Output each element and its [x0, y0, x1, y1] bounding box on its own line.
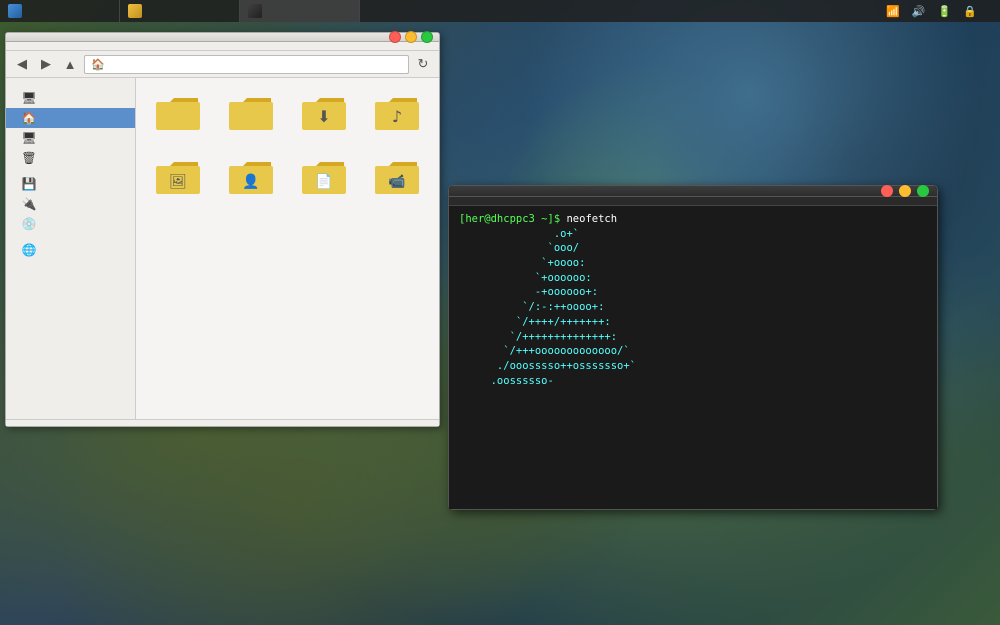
- public-folder-icon: 👤: [227, 158, 275, 198]
- term-menu-terminal[interactable]: [495, 199, 507, 203]
- fm-reload-button[interactable]: ↻: [413, 54, 433, 74]
- sidebar-item-her[interactable]: 🏠: [6, 108, 135, 128]
- taskbar-tab-files[interactable]: [120, 0, 240, 22]
- sidebar-item-filesystem[interactable]: 💾: [6, 174, 135, 194]
- fm-statusbar: [6, 419, 439, 426]
- file-manager-window: ◀ ▶ ▲ 🏠 ↻ 🖥 🏠 🖥: [5, 32, 440, 427]
- fm-menu-go[interactable]: [52, 44, 64, 48]
- fm-sidebar: 🖥 🏠 🖥 🗑 💾: [6, 78, 136, 419]
- sidebar-item-browsenetwork[interactable]: 🌐: [6, 240, 135, 260]
- fm-forward-button[interactable]: ▶: [36, 54, 56, 74]
- desktop: 📶 🔊 🔋 🔒 ◀ ▶ ▲ �: [0, 0, 1000, 625]
- browser-icon: [8, 4, 22, 18]
- sidebar-item-desktop[interactable]: 🖥: [6, 128, 135, 148]
- home-icon: 🏠: [91, 58, 105, 71]
- term-controls: [881, 185, 929, 197]
- term-content: [her@dhcppc3 ~]$ neofetch .o+` `ooo/ `+o…: [449, 206, 937, 509]
- term-maximize-button[interactable]: [917, 185, 929, 197]
- fm-maximize-button[interactable]: [421, 31, 433, 43]
- taskbar-tabs: [0, 0, 863, 22]
- fm-menu-help[interactable]: [66, 44, 78, 48]
- fm-menu-edit[interactable]: [24, 44, 36, 48]
- folder-documents[interactable]: [219, 88, 284, 144]
- svg-text:👤: 👤: [242, 173, 259, 190]
- computer-icon: 🖥: [22, 91, 36, 105]
- desktop-folder-icon: [154, 94, 202, 134]
- fm-icons: ⬇ ♪: [146, 88, 429, 208]
- term-menu-edit[interactable]: [467, 199, 479, 203]
- fm-back-button[interactable]: ◀: [12, 54, 32, 74]
- templates-folder-icon: 📄: [300, 158, 348, 198]
- fm-main: ⬇ ♪: [136, 78, 439, 419]
- pictures-folder-icon: 🖼: [154, 158, 202, 198]
- term-menu-tabs[interactable]: [509, 199, 521, 203]
- svg-text:📄: 📄: [315, 173, 332, 190]
- lock-icon: 🔒: [960, 5, 980, 18]
- sidebar-item-volume[interactable]: 💿: [6, 214, 135, 234]
- fm-up-button[interactable]: ▲: [60, 54, 80, 74]
- fm-toolbar: ◀ ▶ ▲ 🏠 ↻: [6, 51, 439, 78]
- term-titlebar: [449, 186, 937, 197]
- svg-text:📹: 📹: [388, 174, 405, 190]
- fm-close-button[interactable]: [389, 31, 401, 43]
- trash-sidebar-icon: 🗑: [22, 151, 36, 165]
- svg-text:⬇: ⬇: [317, 107, 330, 126]
- folder-desktop[interactable]: [146, 88, 211, 144]
- fm-body: 🖥 🏠 🖥 🗑 💾: [6, 78, 439, 419]
- documents-folder-icon: [227, 94, 275, 134]
- term-ascii-art: [her@dhcppc3 ~]$ neofetch .o+` `ooo/ `+o…: [459, 212, 927, 503]
- folder-public[interactable]: 👤: [219, 152, 284, 208]
- term-menu-view[interactable]: [481, 199, 493, 203]
- taskbar-tab-browser[interactable]: [0, 0, 120, 22]
- fm-menu-view[interactable]: [38, 44, 50, 48]
- volume-drive-icon: 💿: [22, 217, 36, 231]
- fm-minimize-button[interactable]: [405, 31, 417, 43]
- downloads-folder-icon: ⬇: [300, 94, 348, 134]
- folder-videos[interactable]: 📹: [364, 152, 429, 208]
- sidebar-item-linuxmint[interactable]: 🔌: [6, 194, 135, 214]
- term-close-button[interactable]: [881, 185, 893, 197]
- fm-window-controls: [389, 31, 433, 43]
- battery-icon: 🔋: [935, 5, 955, 18]
- volume-icon: 🔊: [909, 5, 929, 18]
- files-icon: [128, 4, 142, 18]
- term-minimize-button[interactable]: [899, 185, 911, 197]
- sidebar-item-computer[interactable]: 🖥: [6, 88, 135, 108]
- videos-folder-icon: 📹: [373, 158, 421, 198]
- desktop-icon: 🖥: [22, 131, 36, 145]
- svg-text:🖼: 🖼: [169, 174, 187, 190]
- folder-pictures[interactable]: 🖼: [146, 152, 211, 208]
- folder-music[interactable]: ♪: [364, 88, 429, 144]
- taskbar-tab-terminal[interactable]: [240, 0, 360, 22]
- music-folder-icon: ♪: [373, 94, 421, 134]
- taskbar-right: 📶 🔊 🔋 🔒: [863, 5, 1000, 18]
- home-folder-icon: 🏠: [22, 111, 36, 125]
- term-menu-help[interactable]: [523, 199, 535, 203]
- terminal-tab-icon: [248, 4, 262, 18]
- network-tray-icon: 📶: [883, 5, 903, 18]
- term-menubar: [449, 197, 937, 206]
- taskbar: 📶 🔊 🔋 🔒: [0, 0, 1000, 22]
- sidebar-item-trash[interactable]: 🗑: [6, 148, 135, 168]
- network-icon: 🌐: [22, 243, 36, 257]
- term-menu-file[interactable]: [453, 199, 465, 203]
- folder-downloads[interactable]: ⬇: [292, 88, 357, 144]
- filesystem-icon: 💾: [22, 177, 36, 191]
- svg-text:♪: ♪: [392, 107, 402, 126]
- fm-titlebar: [6, 33, 439, 42]
- fm-menu-file[interactable]: [10, 44, 22, 48]
- usb-icon: 🔌: [22, 197, 36, 211]
- fm-menubar: [6, 42, 439, 51]
- folder-templates[interactable]: 📄: [292, 152, 357, 208]
- terminal-window: [her@dhcppc3 ~]$ neofetch .o+` `ooo/ `+o…: [448, 185, 938, 510]
- fm-address-bar[interactable]: 🏠: [84, 55, 409, 74]
